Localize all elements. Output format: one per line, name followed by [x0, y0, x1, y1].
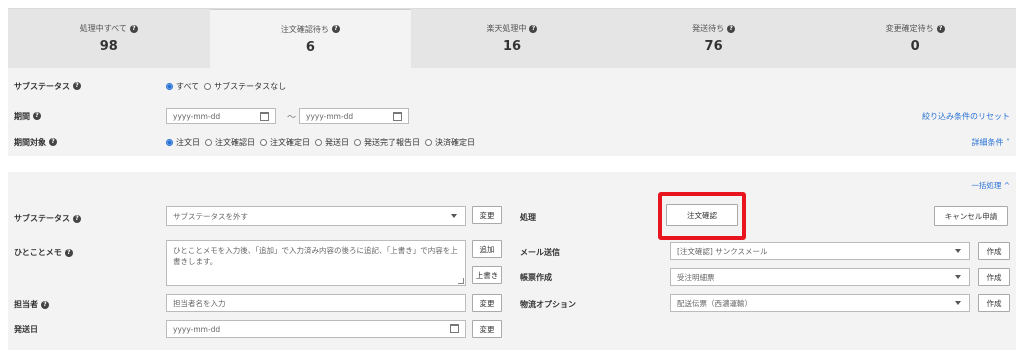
radio-unchecked-icon [425, 138, 432, 146]
chevron-down-icon [955, 301, 961, 305]
help-icon[interactable]: ? [129, 24, 138, 33]
ship-date-change-button[interactable]: 変更 [472, 320, 502, 338]
tab-shipping-waiting[interactable]: 発送待ち? 76 [613, 9, 815, 68]
logistics-select[interactable]: 配送伝票（西濃運輸） [670, 294, 970, 312]
tab-count: 76 [704, 39, 723, 54]
form-create-label: 帳票作成 [520, 273, 552, 282]
tab-label: 楽天処理中 [486, 24, 527, 33]
radio-unchecked-icon [260, 138, 267, 146]
radio-all[interactable]: すべて [166, 81, 199, 92]
tab-count: 98 [99, 39, 118, 54]
mail-template-select[interactable]: [注文確認] サンクスメール [670, 242, 970, 260]
tab-count: 6 [305, 39, 315, 55]
radio-order-confirm-date[interactable]: 注文確認日 [205, 137, 255, 148]
radio-unchecked-icon [315, 138, 322, 146]
tab-order-confirm-waiting[interactable]: 注文確認待ち? 6 [209, 9, 412, 68]
help-icon[interactable]: ? [41, 300, 49, 309]
radio-unchecked-icon [205, 138, 212, 146]
cancel-request-button[interactable]: キャンセル申請 [934, 206, 1008, 226]
help-icon[interactable]: ? [73, 214, 81, 223]
help-icon[interactable]: ? [529, 24, 538, 33]
substatus-select[interactable]: サブステータスを外す [166, 206, 466, 226]
logistics-label: 物流オプション [520, 300, 576, 309]
bulk-action-panel: 一括処理 ^ サブステータス? サブステータスを外す 変更 ひとことメモ? ひと… [8, 172, 1016, 350]
tab-change-confirm-waiting[interactable]: 変更確定待ち? 0 [814, 9, 1016, 68]
help-icon[interactable]: ? [331, 25, 340, 33]
highlight-box [658, 192, 746, 240]
tab-count: 0 [910, 39, 920, 54]
substatus-change-button[interactable]: 変更 [472, 206, 502, 224]
chevron-down-icon [451, 214, 457, 218]
resize-handle-icon[interactable] [458, 278, 464, 284]
chevron-down-icon [955, 275, 961, 279]
form-create-button[interactable]: 作成 [978, 268, 1010, 286]
tab-label: 注文確認待ち [280, 24, 329, 34]
memo-add-button[interactable]: 追加 [472, 240, 502, 258]
radio-checked-icon [166, 138, 173, 146]
help-icon[interactable]: ? [727, 24, 736, 33]
bulk-substatus-label: サブステータス [14, 214, 70, 223]
substatus-filter-label: サブステータス [14, 81, 70, 91]
radio-ship-date[interactable]: 発送日 [315, 137, 349, 148]
tab-count: 16 [502, 39, 522, 54]
help-icon[interactable]: ? [49, 138, 57, 146]
radio-ship-report-date[interactable]: 発送完了報告日 [354, 137, 420, 148]
assignee-change-button[interactable]: 変更 [472, 294, 502, 312]
period-filter-row: 期間? yyyy-mm-dd 〜 yyyy-mm-dd 絞り込み条件のリセット [8, 104, 1016, 128]
radio-unchecked-icon [354, 138, 361, 146]
calendar-icon[interactable] [450, 324, 459, 333]
radio-payment-date[interactable]: 決済確定日 [425, 137, 475, 148]
logistics-create-button[interactable]: 作成 [978, 294, 1010, 312]
memo-label: ひとことメモ [14, 248, 62, 257]
help-icon[interactable]: ? [936, 24, 945, 33]
memo-textarea[interactable]: ひとことメモを入力後、「追加」で入力済み内容の後ろに追記、「上書き」で内容を上書… [166, 240, 466, 286]
tab-label: 変更確定待ち [885, 24, 934, 33]
assignee-input[interactable]: 担当者名を入力 [166, 294, 466, 312]
radio-checked-icon [166, 82, 173, 90]
chevron-down-icon [955, 249, 961, 253]
date-from-input[interactable]: yyyy-mm-dd [166, 108, 276, 124]
tab-label: 発送待ち [692, 24, 725, 33]
substatus-radio-group: すべて サブステータスなし [166, 81, 286, 92]
tab-all-processing[interactable]: 処理中すべて? 98 [8, 9, 210, 68]
process-label: 処理 [520, 213, 536, 222]
mail-send-label: メール送信 [520, 248, 560, 257]
substatus-filter-row: サブステータス? すべて サブステータスなし [8, 74, 1016, 98]
range-separator: 〜 [287, 112, 297, 123]
radio-order-date[interactable]: 注文日 [166, 137, 200, 148]
radio-no-substatus[interactable]: サブステータスなし [204, 81, 286, 92]
ship-date-label: 発送日 [14, 325, 38, 334]
form-template-select[interactable]: 受注明細票 [670, 268, 970, 286]
filter-panel: サブステータス? すべて サブステータスなし 期間? yyyy-mm-dd 〜 … [8, 68, 1016, 156]
period-target-row: 期間対象? 注文日 注文確認日 注文確定日 発送日 発送完了報告日 決済確定日 … [8, 130, 1016, 154]
radio-unchecked-icon [204, 82, 212, 90]
status-tabs: 処理中すべて? 98 注文確認待ち? 6 楽天処理中? 16 発送待ち? 76 … [8, 8, 1016, 68]
date-to-input[interactable]: yyyy-mm-dd [299, 108, 409, 124]
reset-filters-link[interactable]: 絞り込み条件のリセット [922, 111, 1010, 122]
ship-date-input[interactable]: yyyy-mm-dd [166, 320, 466, 338]
help-icon[interactable]: ? [33, 112, 41, 120]
detail-conditions-link[interactable]: 詳細条件 ˅ [971, 137, 1010, 148]
assignee-label: 担当者 [14, 300, 38, 309]
memo-overwrite-button[interactable]: 上書き [472, 266, 502, 284]
mail-create-button[interactable]: 作成 [978, 242, 1010, 260]
period-label: 期間 [14, 111, 30, 121]
calendar-icon[interactable] [260, 112, 269, 121]
period-target-radio-group: 注文日 注文確認日 注文確定日 発送日 発送完了報告日 決済確定日 [166, 137, 475, 148]
help-icon[interactable]: ? [64, 248, 73, 257]
help-icon[interactable]: ? [73, 82, 81, 90]
calendar-icon[interactable] [393, 112, 402, 121]
bulk-toggle-link[interactable]: 一括処理 ^ [971, 180, 1010, 191]
period-target-label: 期間対象 [14, 137, 46, 147]
tab-rakuten-processing[interactable]: 楽天処理中? 16 [411, 9, 613, 68]
tab-label: 処理中すべて [79, 24, 127, 33]
radio-order-fixed-date[interactable]: 注文確定日 [260, 137, 310, 148]
